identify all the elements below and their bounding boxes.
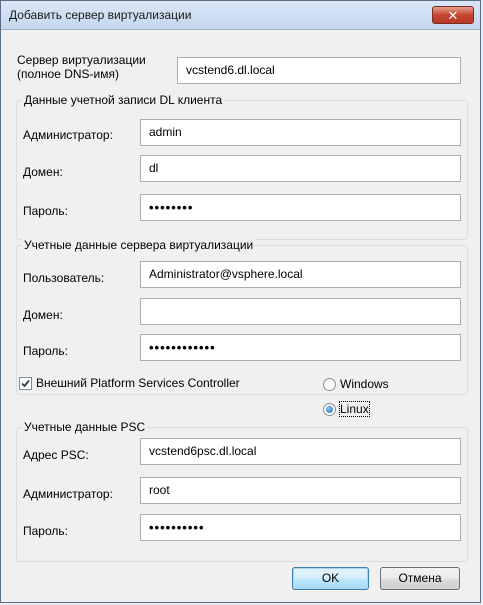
dl-password-input[interactable]: •••••••• bbox=[140, 194, 461, 221]
dl-domain-label: Домен: bbox=[23, 165, 63, 179]
virt-domain-input[interactable] bbox=[140, 298, 461, 325]
dialog-title: Добавить сервер виртуализации bbox=[9, 8, 192, 22]
close-button[interactable]: ✕ bbox=[432, 6, 474, 24]
psc-address-label: Адрес PSC: bbox=[23, 448, 89, 462]
psc-admin-input[interactable]: root bbox=[140, 477, 461, 504]
psc-credentials-legend: Учетные данные PSC bbox=[22, 420, 148, 434]
server-label-line2: (полное DNS-имя) bbox=[17, 67, 119, 81]
close-icon: ✕ bbox=[447, 8, 459, 23]
virt-password-label: Пароль: bbox=[23, 344, 68, 358]
cancel-button[interactable]: Отмена bbox=[380, 567, 460, 590]
external-psc-label[interactable]: Внешний Platform Services Controller bbox=[36, 376, 240, 390]
psc-address-input[interactable]: vcstend6psc.dl.local bbox=[140, 438, 461, 465]
dialog-window: Добавить сервер виртуализации ✕ Сервер в… bbox=[0, 0, 481, 603]
server-label-line1: Сервер виртуализации bbox=[17, 53, 146, 67]
dl-password-label: Пароль: bbox=[23, 204, 68, 218]
dl-admin-input[interactable]: admin bbox=[140, 119, 461, 146]
external-psc-checkbox[interactable] bbox=[19, 377, 32, 390]
psc-admin-label: Администратор: bbox=[23, 487, 113, 501]
checkmark-icon bbox=[21, 379, 30, 388]
radio-windows[interactable] bbox=[323, 378, 336, 391]
dialog-body: Сервер виртуализации (полное DNS-имя) vc… bbox=[2, 30, 479, 601]
radio-linux[interactable] bbox=[323, 403, 336, 416]
radio-linux-label[interactable]: Linux bbox=[339, 401, 370, 417]
virt-password-input[interactable]: •••••••••••• bbox=[140, 334, 461, 361]
dl-admin-label: Администратор: bbox=[23, 128, 113, 142]
server-label: Сервер виртуализации (полное DNS-имя) bbox=[17, 53, 146, 81]
psc-password-input[interactable]: •••••••••• bbox=[140, 514, 461, 541]
dl-client-legend: Данные учетной записи DL клиента bbox=[22, 93, 225, 107]
psc-password-label: Пароль: bbox=[23, 524, 68, 538]
ok-button[interactable]: OK bbox=[292, 567, 369, 590]
title-bar[interactable]: Добавить сервер виртуализации ✕ bbox=[1, 1, 480, 30]
dl-domain-input[interactable]: dl bbox=[140, 155, 461, 182]
virt-user-input[interactable]: Administrator@vsphere.local bbox=[140, 261, 461, 288]
virt-server-legend: Учетные данные сервера виртуализации bbox=[22, 238, 256, 252]
virt-domain-label: Домен: bbox=[23, 308, 63, 322]
server-dns-input[interactable]: vcstend6.dl.local bbox=[177, 57, 461, 84]
radio-windows-label[interactable]: Windows bbox=[340, 377, 389, 391]
virt-user-label: Пользователь: bbox=[23, 271, 105, 285]
